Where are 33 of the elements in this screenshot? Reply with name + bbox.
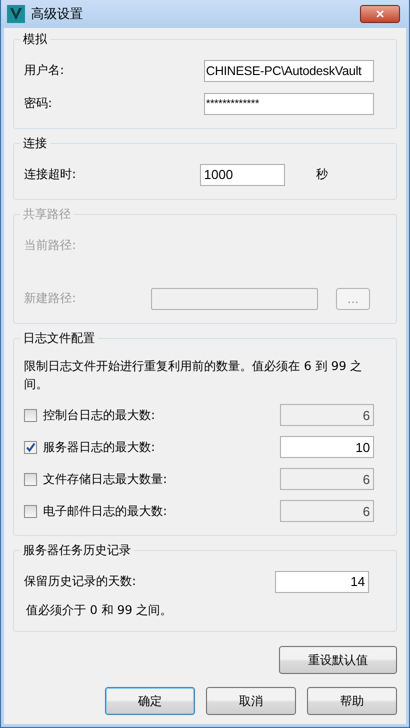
checkbox[interactable] [24, 440, 37, 454]
group-title: 连接 [22, 135, 48, 152]
description-text: 限制日志文件开始进行重复利用前的数量。值必须在 6 到 99 之间。 [24, 358, 364, 393]
password-field[interactable]: ************* [204, 92, 374, 114]
window-title: 高级设置 [31, 6, 84, 23]
hint-text: 值必须介于 0 和 99 之间。 [26, 602, 174, 619]
field-label: 新建路径: [24, 290, 78, 307]
checkbox-label: 文件存储日志最大数量: [43, 470, 168, 488]
number-field[interactable]: 10 [280, 436, 374, 458]
username-field[interactable]: CHINESE-PC\AutodeskVault [204, 60, 374, 82]
dialog-button[interactable]: 帮助 [307, 687, 397, 715]
checkbox[interactable] [24, 504, 37, 518]
reset-defaults-button[interactable]: 重设默认值 [279, 646, 397, 674]
dialog-button[interactable]: 取消 [206, 687, 296, 715]
field-label: 密码: [24, 95, 54, 112]
checkbox-label: 服务器日志的最大数: [43, 438, 156, 456]
group-title: 日志文件配置 [22, 330, 96, 347]
checkbox-label: 控制台日志的最大数: [43, 406, 156, 424]
timeout-field[interactable]: 1000 [200, 164, 285, 186]
field-label: 用户名: [24, 62, 66, 79]
days-field[interactable]: 14 [275, 570, 369, 592]
checkbox[interactable] [24, 472, 37, 486]
field-label: 保留历史记录的天数: [24, 573, 138, 590]
app-logo-icon [7, 5, 25, 23]
dialog-button[interactable]: 确定 [105, 687, 195, 715]
field-label: 连接超时: [24, 166, 78, 183]
group-title: 服务器任务历史记录 [22, 542, 132, 559]
unit-label: 秒 [316, 166, 328, 183]
group-title: 模拟 [22, 31, 48, 48]
checkbox-label: 电子邮件日志的最大数: [43, 502, 168, 520]
checkbox[interactable] [24, 408, 37, 422]
field-label: 当前路径: [24, 237, 78, 254]
group-title: 共享路径 [22, 206, 72, 223]
